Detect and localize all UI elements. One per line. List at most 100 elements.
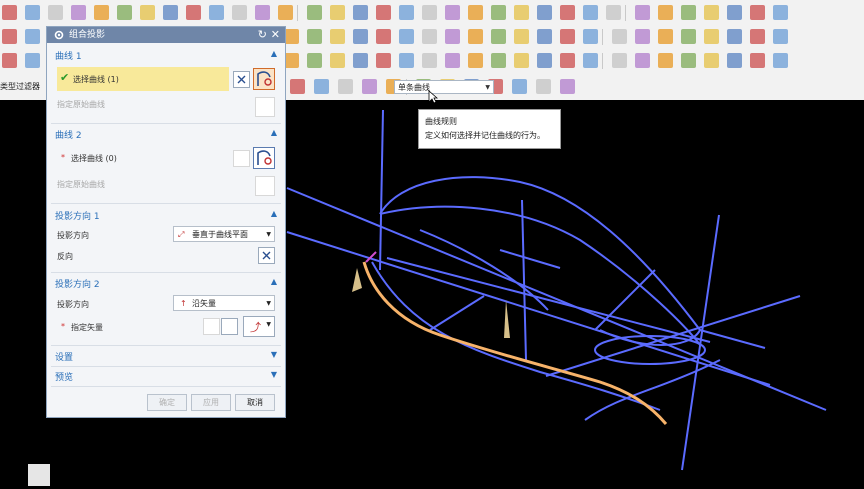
toolbar-tool-icon[interactable] bbox=[353, 53, 368, 68]
close-icon[interactable]: ✕ bbox=[271, 27, 280, 43]
curve-rule-select[interactable]: 单条曲线 ▼ bbox=[394, 80, 494, 94]
reverse-icon[interactable] bbox=[203, 318, 220, 335]
toolbar-tool-icon[interactable] bbox=[445, 5, 460, 20]
toolbar-tool-icon[interactable] bbox=[727, 5, 742, 20]
toolbar-tool-icon[interactable] bbox=[560, 5, 575, 20]
toolbar-tool-icon[interactable] bbox=[612, 53, 627, 68]
toolbar-tool-icon[interactable] bbox=[445, 29, 460, 44]
toolbar-tool-icon[interactable] bbox=[536, 79, 551, 94]
curve-select-icon[interactable] bbox=[253, 68, 275, 90]
group-dir2-header[interactable]: 投影方向 2 bbox=[55, 277, 100, 290]
toolbar-tool-icon[interactable] bbox=[330, 53, 345, 68]
toolbar-tool-icon[interactable] bbox=[583, 53, 598, 68]
toolbar-tool-icon[interactable] bbox=[750, 29, 765, 44]
origin-curve-icon[interactable] bbox=[255, 176, 275, 196]
toolbar-tool-icon[interactable] bbox=[284, 29, 299, 44]
group-curve1-header[interactable]: 曲线 1 bbox=[55, 49, 82, 62]
toolbar-tool-icon[interactable] bbox=[583, 5, 598, 20]
toolbar-tool-icon[interactable] bbox=[704, 29, 719, 44]
toolbar-tool-icon[interactable] bbox=[71, 5, 86, 20]
toolbar-tool-icon[interactable] bbox=[612, 29, 627, 44]
toolbar-tool-icon[interactable] bbox=[307, 29, 322, 44]
preview-header[interactable]: 预览 bbox=[55, 370, 73, 383]
toolbar-tool-icon[interactable] bbox=[353, 29, 368, 44]
toolbar-tool-icon[interactable] bbox=[750, 5, 765, 20]
origin-curve-icon[interactable] bbox=[255, 97, 275, 117]
toolbar-tool-icon[interactable] bbox=[635, 29, 650, 44]
toolbar-tool-icon[interactable] bbox=[727, 53, 742, 68]
reset-icon[interactable]: ↻ bbox=[258, 27, 267, 43]
toolbar-tool-icon[interactable] bbox=[422, 53, 437, 68]
reverse-icon[interactable] bbox=[233, 71, 250, 88]
toolbar-tool-icon[interactable] bbox=[314, 79, 329, 94]
cancel-button[interactable]: 取消 bbox=[235, 394, 275, 411]
curve-select-icon[interactable] bbox=[253, 147, 275, 169]
toolbar-tool-icon[interactable] bbox=[658, 53, 673, 68]
toolbar-tool-icon[interactable] bbox=[117, 5, 132, 20]
toolbar-tool-icon[interactable] bbox=[512, 79, 527, 94]
vector-dialog-icon[interactable] bbox=[221, 318, 238, 335]
toolbar-tool-icon[interactable] bbox=[290, 79, 305, 94]
toolbar-tool-icon[interactable] bbox=[2, 29, 17, 44]
toolbar-tool-icon[interactable] bbox=[399, 53, 414, 68]
toolbar-tool-icon[interactable] bbox=[727, 29, 742, 44]
toolbar-tool-icon[interactable] bbox=[376, 5, 391, 20]
toolbar-tool-icon[interactable] bbox=[514, 29, 529, 44]
reverse-direction-icon[interactable] bbox=[258, 247, 275, 264]
settings-header[interactable]: 设置 bbox=[55, 350, 73, 363]
apply-button[interactable]: 应用 bbox=[191, 394, 231, 411]
toolbar-tool-icon[interactable] bbox=[773, 5, 788, 20]
dir1-direction-select[interactable]: ⤢ 垂直于曲线平面 ▼ bbox=[173, 226, 275, 242]
toolbar-tool-icon[interactable] bbox=[232, 5, 247, 20]
toolbar-tool-icon[interactable] bbox=[773, 29, 788, 44]
toolbar-tool-icon[interactable] bbox=[560, 53, 575, 68]
toolbar-tool-icon[interactable] bbox=[635, 53, 650, 68]
toolbar-tool-icon[interactable] bbox=[422, 5, 437, 20]
toolbar-tool-icon[interactable] bbox=[560, 79, 575, 94]
toolbar-tool-icon[interactable] bbox=[422, 29, 437, 44]
toolbar-tool-icon[interactable] bbox=[635, 5, 650, 20]
ok-button[interactable]: 确定 bbox=[147, 394, 187, 411]
toolbar-tool-icon[interactable] bbox=[338, 79, 353, 94]
expand-icon[interactable]: ▼ bbox=[271, 370, 277, 379]
toolbar-tool-icon[interactable] bbox=[25, 53, 40, 68]
toolbar-tool-icon[interactable] bbox=[491, 29, 506, 44]
toolbar-tool-icon[interactable] bbox=[163, 5, 178, 20]
toolbar-tool-icon[interactable] bbox=[560, 29, 575, 44]
toolbar-tool-icon[interactable] bbox=[330, 29, 345, 44]
toolbar-tool-icon[interactable] bbox=[681, 29, 696, 44]
toolbar-tool-icon[interactable] bbox=[468, 53, 483, 68]
toolbar-tool-icon[interactable] bbox=[468, 29, 483, 44]
toolbar-tool-icon[interactable] bbox=[284, 53, 299, 68]
toolbar-tool-icon[interactable] bbox=[25, 5, 40, 20]
group-curve2-header[interactable]: 曲线 2 bbox=[55, 128, 82, 141]
toolbar-tool-icon[interactable] bbox=[186, 5, 201, 20]
toolbar-tool-icon[interactable] bbox=[750, 53, 765, 68]
toolbar-tool-icon[interactable] bbox=[704, 53, 719, 68]
toolbar-tool-icon[interactable] bbox=[468, 5, 483, 20]
toolbar-tool-icon[interactable] bbox=[583, 29, 598, 44]
toolbar-tool-icon[interactable] bbox=[514, 5, 529, 20]
toolbar-tool-icon[interactable] bbox=[537, 5, 552, 20]
toolbar-tool-icon[interactable] bbox=[307, 5, 322, 20]
dir2-direction-select[interactable]: ↑ 沿矢量 ▼ bbox=[173, 295, 275, 311]
toolbar-tool-icon[interactable] bbox=[658, 5, 673, 20]
toolbar-tool-icon[interactable] bbox=[445, 53, 460, 68]
expand-icon[interactable]: ▼ bbox=[271, 350, 277, 359]
curve1-select-row[interactable]: ✔ 选择曲线 (1) bbox=[57, 67, 229, 91]
toolbar-tool-icon[interactable] bbox=[399, 29, 414, 44]
toolbar-tool-icon[interactable] bbox=[681, 53, 696, 68]
toolbar-tool-icon[interactable] bbox=[491, 53, 506, 68]
toolbar-tool-icon[interactable] bbox=[704, 5, 719, 20]
toolbar-tool-icon[interactable] bbox=[278, 5, 293, 20]
vector-select-icon[interactable]: ⤴ ▼ bbox=[243, 316, 275, 337]
toolbar-tool-icon[interactable] bbox=[255, 5, 270, 20]
toolbar-tool-icon[interactable] bbox=[140, 5, 155, 20]
toolbar-tool-icon[interactable] bbox=[376, 53, 391, 68]
toolbar-tool-icon[interactable] bbox=[773, 53, 788, 68]
toolbar-tool-icon[interactable] bbox=[48, 5, 63, 20]
group-dir1-header[interactable]: 投影方向 1 bbox=[55, 209, 100, 222]
toolbar-tool-icon[interactable] bbox=[2, 5, 17, 20]
collapse-icon[interactable]: ▲ bbox=[271, 209, 277, 218]
toolbar-tool-icon[interactable] bbox=[330, 5, 345, 20]
